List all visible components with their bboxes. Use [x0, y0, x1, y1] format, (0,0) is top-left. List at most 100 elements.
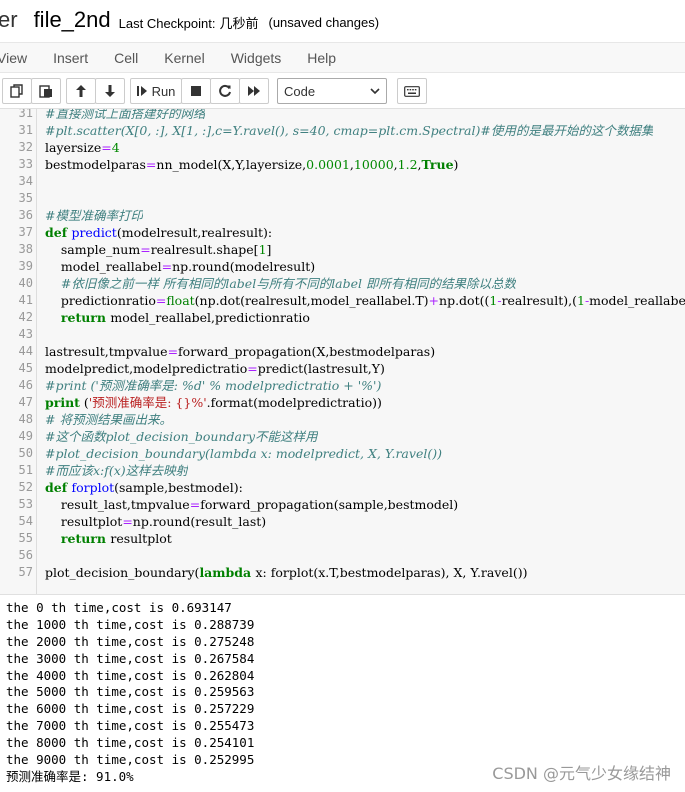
line-number: 47 [18, 395, 33, 409]
interrupt-kernel-button[interactable] [181, 78, 211, 104]
line-number: 55 [18, 531, 33, 545]
paste-icon [39, 85, 52, 98]
output-line: the 3000 th time,cost is 0.267584 [6, 650, 255, 666]
autosave-status: (unsaved changes) [268, 14, 380, 30]
chevron-down-icon [370, 88, 380, 95]
code-token: 1 [258, 242, 267, 257]
menu-widgets[interactable]: Widgets [218, 50, 295, 66]
line-number: 44 [18, 344, 33, 358]
code-token: 1 [576, 293, 585, 308]
code-token: = [247, 361, 258, 376]
line-number: 32 [18, 140, 33, 154]
line-number: 51 [18, 463, 33, 477]
code-text: #plt.scatter(X[0, :], X[1, :],c=Y.ravel(… [33, 122, 653, 139]
run-label: Run [151, 83, 176, 99]
code-token: sample_num [45, 242, 141, 257]
restart-run-all-button[interactable] [239, 78, 269, 104]
fast-forward-icon [248, 86, 260, 96]
line-number: 31 [18, 123, 33, 137]
code-line: 32 layersize=4 [0, 139, 685, 156]
code-token: def [45, 480, 72, 495]
menubar: View Insert Cell Kernel Widgets Help [0, 42, 685, 73]
menu-insert[interactable]: Insert [40, 50, 101, 66]
code-line: 56 [0, 547, 685, 564]
code-text: #plot_decision_boundary(lambda x: modelp… [33, 445, 442, 462]
code-line: 36 #模型准确率打印 [0, 207, 685, 224]
code-text: lastresult,tmpvalue=forward_propagation(… [33, 343, 435, 360]
arrow-down-icon [105, 85, 115, 97]
code-token: modelpredict,modelpredictratio [45, 361, 248, 376]
code-line: 31 #直接测试上面搭建好的网络 [0, 109, 685, 122]
cell-type-select[interactable]: Code [277, 78, 387, 104]
code-text: layersize=4 [33, 139, 120, 156]
code-token: = [155, 293, 167, 308]
code-token: realresult),( [501, 293, 577, 308]
code-line: 50 #plot_decision_boundary(lambda x: mode… [0, 445, 685, 462]
code-token: model_reallabel [45, 259, 162, 274]
code-line: 38 sample_num=realresult.shape[1] [0, 241, 685, 258]
line-number: 35 [18, 191, 33, 205]
paste-cell-button[interactable] [31, 78, 61, 104]
run-button[interactable]: Run [130, 78, 182, 104]
line-number: 57 [18, 565, 33, 579]
code-token: #依旧像之前一样 所有相同的label与所有不同的label 即所有相同的结果除… [45, 276, 517, 291]
line-number: 33 [18, 157, 33, 171]
line-number: 46 [18, 378, 33, 392]
command-palette-button[interactable] [397, 78, 427, 104]
code-text: #而应该x:f(x)这样去映射 [33, 462, 188, 479]
line-number: 54 [18, 514, 33, 528]
code-line: 43 [0, 326, 685, 343]
code-line: 47 print ('预测准确率是: {}%'.format(modelpredi… [0, 394, 685, 411]
toolbar: Run Code [0, 77, 685, 105]
line-number: 37 [18, 225, 33, 239]
code-token: = [122, 514, 133, 529]
code-text: #直接测试上面搭建好的网络 [33, 109, 205, 122]
code-token: True [421, 157, 454, 172]
copy-cell-button[interactable] [2, 78, 32, 104]
code-token: = [140, 242, 151, 257]
code-line: 48 # 将预测结果画出来。 [0, 411, 685, 428]
line-number: 50 [18, 446, 33, 460]
code-text: def predict(modelresult,realresult): [33, 224, 272, 241]
code-text: model_reallabel=np.round(modelresult) [33, 258, 315, 275]
output-line: the 4000 th time,cost is 0.262804 [6, 667, 255, 683]
menu-view[interactable]: View [0, 50, 40, 66]
code-text: #依旧像之前一样 所有相同的label与所有不同的label 即所有相同的结果除… [33, 275, 516, 292]
code-token: ] [266, 242, 272, 257]
code-token: predictionratio [45, 293, 156, 308]
code-token: forward_propagation(sample,bestmodel) [200, 497, 459, 512]
code-line: 40 #依旧像之前一样 所有相同的label与所有不同的label 即所有相同的… [0, 275, 685, 292]
menu-kernel[interactable]: Kernel [151, 50, 217, 66]
restart-kernel-button[interactable] [210, 78, 240, 104]
stop-icon [191, 86, 201, 96]
jupyter-logo-text[interactable]: er [0, 7, 18, 33]
code-line: 31 #plt.scatter(X[0, :], X[1, :],c=Y.rave… [0, 122, 685, 139]
line-number: 39 [18, 259, 33, 273]
code-token: 0.0001 [306, 157, 350, 172]
code-cell-editor[interactable]: 31 #直接测试上面搭建好的网络 31 #plt.scatter(X[0, :], X… [0, 108, 685, 595]
output-line: the 5000 th time,cost is 0.259563 [6, 684, 255, 700]
code-token: plot_decision_boundary( [45, 565, 200, 580]
code-token: return [60, 310, 111, 325]
code-line: 51 #而应该x:f(x)这样去映射 [0, 462, 685, 479]
code-token: #print ('预测准确率是: %d' % modelpredictratio… [45, 378, 382, 393]
menu-help[interactable]: Help [294, 50, 349, 66]
code-token: result_last,tmpvalue [45, 497, 190, 512]
move-up-button[interactable] [66, 78, 96, 104]
code-lines: 31 #直接测试上面搭建好的网络 31 #plt.scatter(X[0, :], X… [0, 109, 685, 581]
code-token: '预测准确率是: {}%' [88, 395, 207, 410]
step-forward-icon [136, 86, 147, 96]
code-token: layersize [45, 140, 102, 155]
code-token: #这个函数plot_decision_boundary不能这样用 [45, 429, 318, 444]
code-text: resultplot=np.round(result_last) [33, 513, 266, 530]
code-token: lambda [199, 565, 256, 580]
menu-cell[interactable]: Cell [101, 50, 151, 66]
checkpoint-time: 几秒前 [219, 15, 259, 31]
code-text: bestmodelparas=nn_model(X,Y,layersize,0.… [33, 156, 458, 173]
move-down-button[interactable] [95, 78, 125, 104]
code-text: return resultplot [33, 530, 172, 547]
notebook-name[interactable]: file_2nd [34, 7, 111, 33]
code-token: + [428, 293, 440, 308]
code-line: 45 modelpredict,modelpredictratio=predict… [0, 360, 685, 377]
